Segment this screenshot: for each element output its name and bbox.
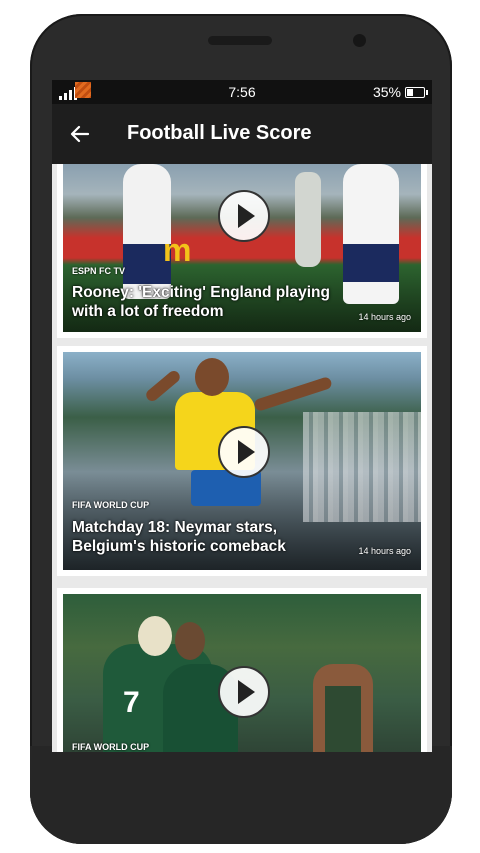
play-icon[interactable] [218, 666, 270, 718]
news-thumbnail: FIFA WORLD CUP Matchday 18: Neymar stars… [63, 352, 421, 570]
speaker-grille [208, 36, 272, 45]
news-headline[interactable]: Rooney: 'Exciting' England playing with … [72, 283, 342, 321]
news-thumbnail: m ESPN FC TV Rooney: 'Exciting' England … [63, 164, 421, 332]
news-source: FIFA WORLD CUP [72, 500, 150, 510]
news-card[interactable]: 7 FIFA WORLD CUP [57, 588, 427, 752]
screen: 7:56 35% Football Live Score m ESPN FC T… [52, 80, 432, 752]
news-feed[interactable]: m ESPN FC TV Rooney: 'Exciting' England … [52, 164, 432, 752]
page-title: Football Live Score [127, 122, 312, 144]
news-source: ESPN FC TV [72, 266, 126, 276]
battery-icon [405, 87, 428, 98]
news-card[interactable]: FIFA WORLD CUP Matchday 18: Neymar stars… [57, 346, 427, 576]
news-time: 14 hours ago [358, 312, 411, 322]
news-source: FIFA WORLD CUP [72, 742, 150, 752]
app-bar: Football Live Score [52, 104, 432, 164]
battery-percent: 35% [372, 84, 401, 100]
front-camera [353, 34, 366, 47]
news-thumbnail: 7 FIFA WORLD CUP [63, 594, 421, 752]
play-icon[interactable] [218, 190, 270, 242]
status-bar: 7:56 35% [52, 80, 432, 104]
phone-chin [30, 746, 452, 844]
news-headline[interactable]: Matchday 18: Neymar stars, Belgium's his… [72, 518, 342, 556]
news-time: 14 hours ago [358, 546, 411, 556]
news-card[interactable]: m ESPN FC TV Rooney: 'Exciting' England … [57, 164, 427, 338]
arrow-left-icon[interactable] [68, 122, 92, 146]
play-icon[interactable] [218, 426, 270, 478]
